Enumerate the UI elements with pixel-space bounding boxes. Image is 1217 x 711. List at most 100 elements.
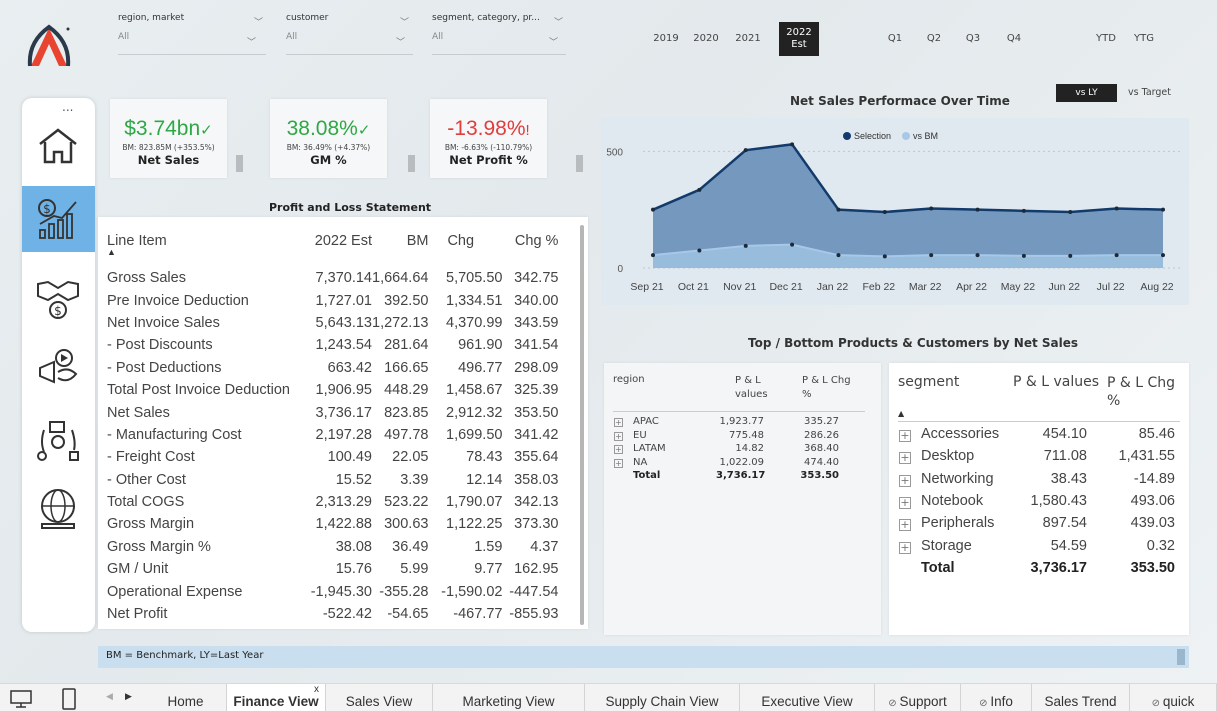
- close-tab-icon[interactable]: x: [314, 672, 319, 708]
- tab-home[interactable]: Home: [145, 684, 227, 711]
- col-header-chg-pct[interactable]: Chg %: [502, 229, 559, 267]
- tab-scroll-right-icon[interactable]: ▶: [125, 692, 132, 702]
- quarter-q1-button[interactable]: Q1: [875, 22, 915, 56]
- tab-marketing-view[interactable]: Marketing View: [433, 684, 585, 711]
- tab-support[interactable]: ⊘ Support: [875, 684, 961, 711]
- pnl-row[interactable]: Net Profit %-13.98-6.63-7.35-110.79: [107, 625, 558, 629]
- expand-icon[interactable]: +: [899, 541, 911, 554]
- more-options-icon[interactable]: ...: [62, 100, 73, 114]
- expand-icon[interactable]: +: [899, 496, 911, 509]
- executive-globe-icon[interactable]: [34, 486, 82, 534]
- mobile-view-icon[interactable]: [62, 688, 76, 710]
- tab-sales-trend[interactable]: Sales Trend: [1032, 684, 1130, 711]
- tab-scroll-left-icon[interactable]: ◀: [106, 692, 113, 702]
- pnl-cell: Total Post Invoice Deduction: [107, 382, 290, 399]
- pnl-row[interactable]: Total Post Invoice Deduction 1,906.95 448.…: [107, 379, 558, 401]
- expand-icon[interactable]: +: [614, 418, 623, 427]
- year-2022-est-button[interactable]: 2022 Est: [779, 22, 819, 56]
- tab-sales-view[interactable]: Sales View: [326, 684, 433, 711]
- col-header-pl-chg[interactable]: P & L Chg %: [1107, 374, 1179, 410]
- chevron-down-icon[interactable]: ﹀: [247, 35, 256, 48]
- year-2021-button[interactable]: 2021: [728, 22, 768, 56]
- pnl-cell: -13.98: [296, 625, 372, 629]
- pnl-row[interactable]: Pre Invoice Deduction 1,727.01 392.50 1,334…: [107, 289, 558, 311]
- col-header-chg[interactable]: Chg: [432, 229, 502, 267]
- kpi-indicator-bar: [408, 155, 415, 172]
- pnl-row[interactable]: Net Invoice Sales 5,643.13 1,272.13 4,370.9…: [107, 312, 558, 334]
- finance-chart-icon[interactable]: $: [34, 194, 82, 242]
- pnl-scrollbar[interactable]: [580, 225, 584, 625]
- quarter-q4-button[interactable]: Q4: [994, 22, 1034, 56]
- region-market-slicer[interactable]: region, market All ﹀ ﹀: [118, 13, 266, 55]
- tab-label: Sales View: [345, 694, 413, 709]
- supply-chain-icon[interactable]: [34, 416, 82, 464]
- pnl-cell: 1,422.88: [315, 516, 372, 533]
- chevron-down-icon[interactable]: ﹀: [549, 35, 558, 48]
- expand-icon[interactable]: +: [614, 431, 623, 441]
- home-icon[interactable]: [34, 122, 82, 170]
- pnl-row[interactable]: GM / Unit 15.76 5.99 9.77 162.95: [107, 558, 558, 580]
- col-header-line-item[interactable]: Line Item ▲: [107, 229, 296, 267]
- segment-slicer[interactable]: segment, category, pr... All ﹀ ﹀: [432, 13, 566, 55]
- pnl-row[interactable]: - Freight Cost 100.49 22.05 78.43 355.64: [107, 446, 558, 468]
- pnl-row[interactable]: Gross Sales 7,370.14 1,664.64 5,705.50 342.7…: [107, 267, 558, 289]
- col-header-pl-chg[interactable]: P & L Chg %: [802, 374, 862, 402]
- col-header-pl-values[interactable]: P & L values: [735, 374, 781, 402]
- ytg-button[interactable]: YTG: [1124, 22, 1164, 56]
- pnl-cell: -110.79: [502, 625, 558, 629]
- footer-scrollbar[interactable]: [1177, 649, 1185, 665]
- expand-icon[interactable]: +: [899, 519, 911, 532]
- expand-icon[interactable]: +: [614, 458, 623, 468]
- col-header-bm[interactable]: BM: [372, 229, 432, 267]
- chevron-down-icon[interactable]: ﹀: [554, 15, 563, 28]
- hidden-page-icon: ⊘: [888, 698, 900, 709]
- quarter-q3-button[interactable]: Q3: [953, 22, 993, 56]
- expand-icon[interactable]: +: [899, 430, 911, 442]
- tab-finance-view[interactable]: Finance View x: [227, 684, 326, 711]
- pnl-cell: 4,370.99: [446, 314, 503, 331]
- pnl-cell: 823.85: [384, 404, 429, 421]
- pnl-row[interactable]: Gross Margin % 38.08 36.49 1.59 4.37: [107, 536, 558, 558]
- col-header-pl-values[interactable]: P & L values: [1013, 374, 1099, 390]
- pnl-row[interactable]: - Post Deductions 663.42 166.65 496.77 298.0…: [107, 357, 558, 379]
- tab-quick[interactable]: ⊘ quick: [1130, 684, 1217, 711]
- pnl-cell: GM / Unit: [107, 561, 169, 578]
- pnl-row[interactable]: Net Profit -522.42 -54.65 -467.77 -855.93: [107, 603, 558, 625]
- expand-icon[interactable]: +: [899, 452, 911, 465]
- pnl-row[interactable]: Net Sales 3,736.17 823.85 2,912.32 353.50: [107, 401, 558, 423]
- tab-supply-chain-view[interactable]: Supply Chain View: [585, 684, 740, 711]
- tab-info[interactable]: ⊘ Info: [961, 684, 1032, 711]
- expand-icon[interactable]: +: [614, 445, 623, 454]
- sort-ascending-icon[interactable]: ▲: [898, 409, 904, 418]
- ytd-button[interactable]: YTD: [1086, 22, 1126, 56]
- pnl-row[interactable]: Total COGS 2,313.29 523.22 1,790.07 342.13: [107, 491, 558, 513]
- year-2020-button[interactable]: 2020: [686, 22, 726, 56]
- region-total: Total: [633, 470, 661, 481]
- pnl-cell: -7.35: [432, 625, 502, 629]
- pnl-row[interactable]: Gross Margin 1,422.88 300.63 1,122.25 373.30: [107, 513, 558, 535]
- col-header-2022-est[interactable]: 2022 Est: [296, 229, 372, 267]
- pnl-row[interactable]: - Manufacturing Cost 2,197.28 497.78 1,699.…: [107, 424, 558, 446]
- customer-slicer[interactable]: customer All ﹀ ﹀: [286, 13, 413, 55]
- vs-ly-button[interactable]: vs LY: [1056, 84, 1117, 102]
- quarter-q2-button[interactable]: Q2: [914, 22, 954, 56]
- pnl-row[interactable]: - Other Cost 15.52 3.39 12.14 358.03: [107, 469, 558, 491]
- pnl-row[interactable]: - Post Discounts 1,243.54 281.64 961.90 341.…: [107, 334, 558, 356]
- desktop-view-icon[interactable]: [10, 690, 32, 708]
- marketing-icon[interactable]: [34, 344, 82, 392]
- segment-value: 38.43: [1050, 470, 1087, 487]
- region-total: 353.50: [800, 470, 839, 481]
- chevron-down-icon[interactable]: ﹀: [400, 15, 409, 28]
- col-header-region[interactable]: region: [613, 374, 645, 385]
- sales-handshake-icon[interactable]: $: [34, 274, 82, 322]
- expand-icon[interactable]: +: [899, 474, 911, 487]
- tab-executive-view[interactable]: Executive View: [740, 684, 875, 711]
- chevron-down-icon[interactable]: ﹀: [396, 35, 405, 48]
- col-header-segment[interactable]: segment: [898, 374, 959, 390]
- chevron-down-icon[interactable]: ﹀: [254, 15, 263, 28]
- year-2019-button[interactable]: 2019: [646, 22, 686, 56]
- segment-value: -14.89: [1133, 470, 1175, 487]
- pnl-row[interactable]: Operational Expense -1,945.30 -355.28 -1,59…: [107, 580, 558, 602]
- vs-target-button[interactable]: vs Target: [1128, 84, 1171, 102]
- data-point: [882, 254, 887, 259]
